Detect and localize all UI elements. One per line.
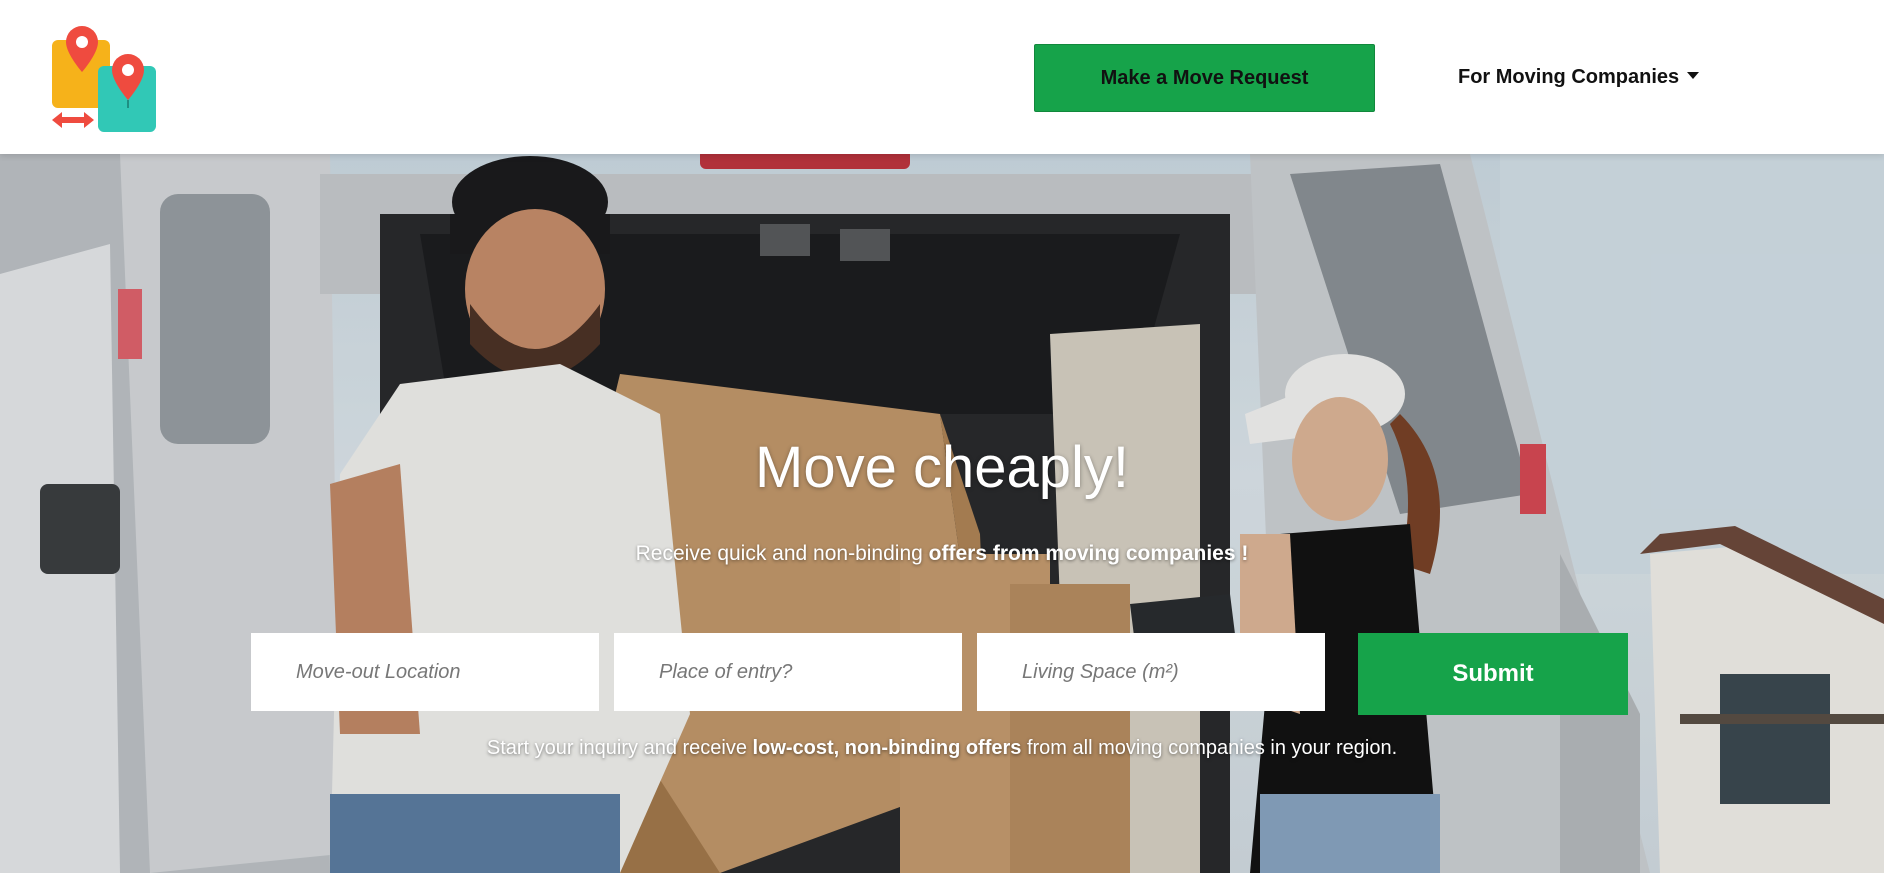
hero-footer-prefix: Start your inquiry and receive	[486, 737, 753, 759]
caret-down-icon	[1687, 71, 1700, 79]
site-header: Make a Move Request For Moving Companies	[0, 0, 1884, 154]
submit-button[interactable]: Submit	[1358, 633, 1628, 715]
for-moving-companies-label: For Moving Companies	[1458, 65, 1680, 88]
hero-subtitle-text: Receive quick and non-binding	[635, 542, 929, 565]
hero-subtitle-bold: offers from moving companies !	[928, 542, 1249, 565]
hero-footer-suffix: from all moving companies in your region…	[1021, 737, 1398, 759]
make-move-request-button[interactable]: Make a Move Request	[1034, 44, 1375, 112]
place-of-entry-input[interactable]	[614, 633, 962, 711]
hero-subtitle: Receive quick and non-binding offers fro…	[0, 542, 1884, 566]
living-space-input[interactable]	[977, 633, 1325, 711]
hero-section: Move cheaply! Receive quick and non-bind…	[0, 154, 1884, 873]
for-moving-companies-menu[interactable]: For Moving Companies	[1458, 64, 1700, 90]
hero-footer-bold: low-cost, non-binding offers	[752, 737, 1022, 759]
hero-footer-text: Start your inquiry and receive low-cost,…	[0, 737, 1884, 760]
hero-title: Move cheaply!	[755, 435, 1129, 500]
logo-icon	[52, 26, 156, 132]
moving-locations-logo[interactable]	[48, 24, 160, 134]
move-out-location-input[interactable]	[251, 633, 599, 711]
hero-overlay	[0, 154, 1884, 873]
